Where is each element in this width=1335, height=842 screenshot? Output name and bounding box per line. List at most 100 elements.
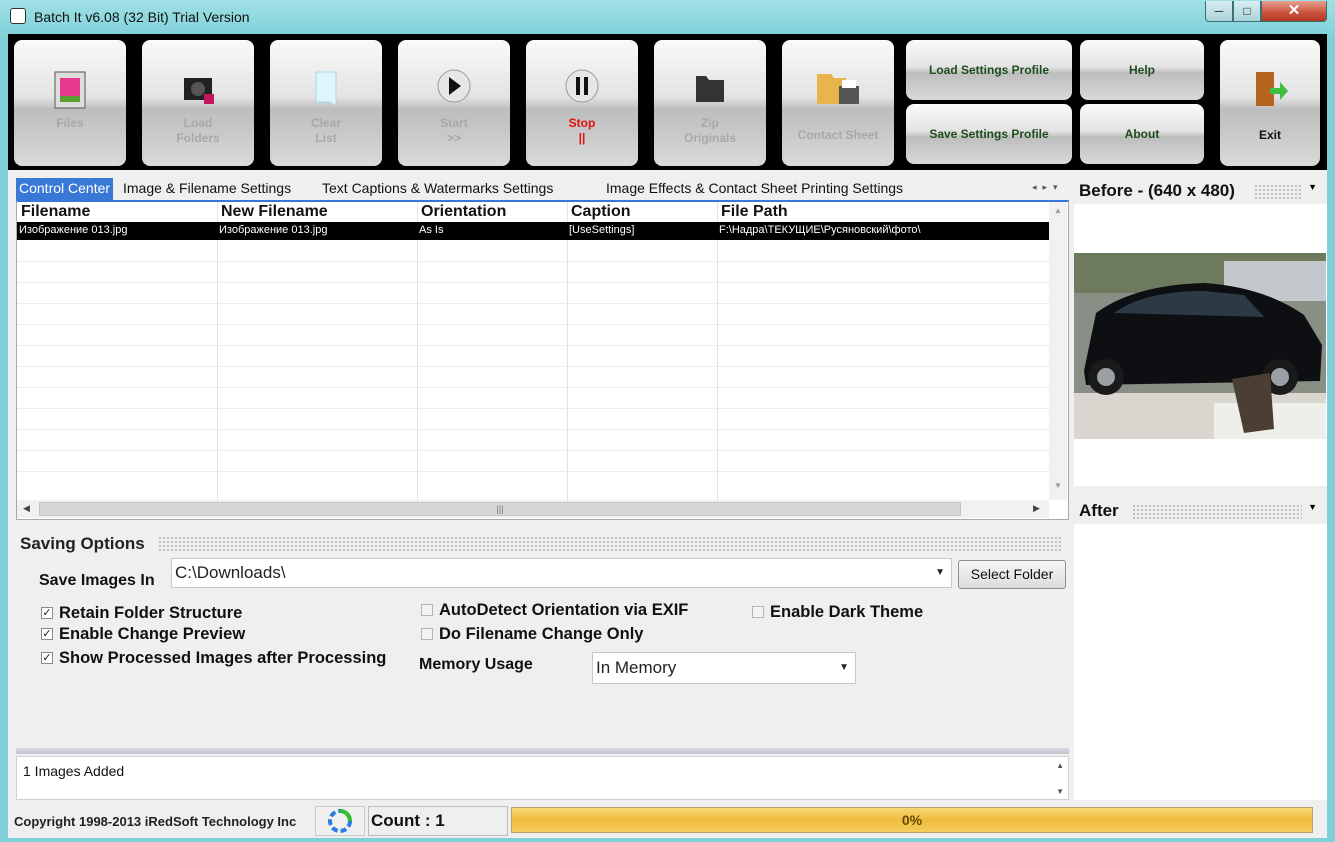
busy-spinner-icon: [315, 806, 365, 836]
chevron-down-icon[interactable]: ▼: [1308, 182, 1317, 192]
cell-filename: Изображение 013.jpg: [19, 224, 128, 236]
dark-theme-checkbox[interactable]: [752, 606, 764, 618]
vertical-scrollbar[interactable]: ▲ ▼: [1049, 202, 1067, 500]
row-line: [17, 429, 1049, 430]
about-button[interactable]: About: [1080, 104, 1204, 164]
saving-options-header: Saving Options: [20, 534, 145, 553]
row-line: [17, 261, 1049, 262]
horizontal-scrollbar[interactable]: ◀ ||| ▶: [17, 500, 1049, 518]
zip-originals-button[interactable]: Zip Originals: [654, 40, 766, 166]
after-preview: [1074, 524, 1327, 800]
column-divider: [567, 202, 568, 500]
save-settings-profile-button[interactable]: Save Settings Profile: [906, 104, 1072, 164]
title-bar: Batch It v6.08 (32 Bit) Trial Version ─ …: [0, 0, 1335, 34]
count-label: Count : 1: [368, 806, 508, 836]
column-orientation[interactable]: Orientation: [421, 203, 506, 221]
maximize-button[interactable]: □: [1233, 1, 1261, 22]
exit-label: Exit: [1258, 128, 1281, 142]
show-processed-images-checkbox[interactable]: ✓: [41, 652, 53, 664]
play-icon: [437, 69, 471, 103]
row-line: [17, 471, 1049, 472]
exit-door-icon: [1256, 72, 1288, 106]
chevron-down-icon[interactable]: ▼: [935, 559, 945, 587]
tab-control-center[interactable]: Control Center: [16, 178, 114, 200]
section-divider: [158, 536, 1062, 552]
tab-bar: Control Center Image & Filename Settings…: [16, 178, 1066, 200]
contact-sheet-button[interactable]: Contact Sheet: [782, 40, 894, 166]
printer-icon: [817, 74, 859, 104]
tab-scroll-arrows[interactable]: ◂▸▾: [1032, 182, 1064, 193]
tab-image-effects-contact-sheet[interactable]: Image Effects & Contact Sheet Printing S…: [606, 178, 903, 200]
dark-theme-label: Enable Dark Theme: [770, 603, 924, 621]
column-file-path[interactable]: File Path: [721, 203, 788, 221]
minimize-button[interactable]: ─: [1205, 1, 1233, 22]
column-filename[interactable]: Filename: [21, 203, 90, 221]
pause-icon: [565, 69, 599, 103]
save-folder-combo[interactable]: C:\Downloads\ ▼: [171, 558, 952, 588]
row-line: [17, 387, 1049, 388]
table-row[interactable]: Изображение 013.jpg Изображение 013.jpg …: [17, 222, 1049, 240]
cell-new-filename: Изображение 013.jpg: [219, 224, 328, 236]
scrollbar-thumb[interactable]: |||: [39, 502, 961, 516]
folder-icon: [696, 76, 724, 102]
enable-change-preview-label: Enable Change Preview: [59, 625, 246, 643]
row-line: [17, 366, 1049, 367]
progress-bar: 0%: [511, 807, 1313, 833]
chevron-down-icon[interactable]: ▼: [839, 653, 849, 683]
select-folder-button[interactable]: Select Folder: [958, 560, 1066, 589]
main-panel: Control Center Image & Filename Settings…: [8, 170, 1327, 804]
filename-change-only-checkbox[interactable]: [421, 628, 433, 640]
row-line: [17, 345, 1049, 346]
file-grid[interactable]: Filename New Filename Orientation Captio…: [16, 200, 1069, 520]
row-line: [17, 282, 1049, 283]
memory-usage-value: In Memory: [596, 658, 677, 677]
filename-change-only-label: Do Filename Change Only: [439, 625, 644, 643]
log-panel[interactable]: 1 Images Added ▲ ▼: [16, 756, 1069, 800]
preview-panel: Before - (640 x 480) ▼ After ▼: [1074, 170, 1327, 804]
column-divider: [217, 202, 218, 500]
splitter[interactable]: [16, 748, 1069, 754]
column-divider: [417, 202, 418, 500]
cell-file-path: F:\Надра\ТЕКУЩИЕ\Русяновский\фото\: [719, 224, 921, 236]
grid-header: Filename New Filename Orientation Captio…: [17, 202, 1049, 222]
help-button[interactable]: Help: [1080, 40, 1204, 100]
log-scroll-up[interactable]: ▲: [1056, 761, 1064, 770]
save-folder-value: C:\Downloads\: [175, 563, 286, 582]
cell-orientation: As Is: [419, 224, 444, 236]
before-preview: [1074, 204, 1327, 486]
stop-button[interactable]: Stop ||: [526, 40, 638, 166]
retain-folder-structure-label: Retain Folder Structure: [59, 604, 243, 622]
retain-folder-structure-checkbox[interactable]: ✓: [41, 607, 53, 619]
tab-text-captions-watermarks[interactable]: Text Captions & Watermarks Settings: [322, 178, 553, 200]
column-caption[interactable]: Caption: [571, 203, 631, 221]
files-button[interactable]: Files: [14, 40, 126, 166]
close-button[interactable]: ✕: [1261, 1, 1327, 22]
camera-folder-icon: [184, 78, 214, 104]
zip-originals-label: Zip Originals: [683, 116, 736, 145]
load-folders-button[interactable]: Load Folders: [142, 40, 254, 166]
log-scroll-down[interactable]: ▼: [1056, 787, 1064, 796]
load-settings-profile-button[interactable]: Load Settings Profile: [906, 40, 1072, 100]
column-new-filename[interactable]: New Filename: [221, 203, 328, 221]
app-icon: [10, 8, 26, 24]
start-button[interactable]: Start >>: [398, 40, 510, 166]
load-folders-label: Load Folders: [176, 116, 220, 145]
before-image: [1074, 253, 1326, 439]
memory-usage-select[interactable]: In Memory ▼: [592, 652, 856, 684]
files-label: Files: [56, 116, 84, 130]
header-dots: [1254, 184, 1302, 200]
log-text: 1 Images Added: [23, 763, 125, 779]
chevron-down-icon[interactable]: ▼: [1308, 502, 1317, 512]
row-line: [17, 450, 1049, 451]
clear-list-button[interactable]: Clear List: [270, 40, 382, 166]
autodetect-orientation-checkbox[interactable]: [421, 604, 433, 616]
enable-change-preview-checkbox[interactable]: ✓: [41, 628, 53, 640]
before-header: Before - (640 x 480) ▼: [1074, 178, 1327, 204]
after-title: After: [1079, 501, 1119, 520]
tab-image-filename-settings[interactable]: Image & Filename Settings: [123, 178, 291, 200]
window-title: Batch It v6.08 (32 Bit) Trial Version: [34, 9, 250, 25]
app-window: Batch It v6.08 (32 Bit) Trial Version ─ …: [0, 0, 1335, 842]
exit-button[interactable]: Exit: [1220, 40, 1320, 166]
stop-label: Stop ||: [568, 116, 596, 145]
image-file-icon: [54, 71, 86, 109]
